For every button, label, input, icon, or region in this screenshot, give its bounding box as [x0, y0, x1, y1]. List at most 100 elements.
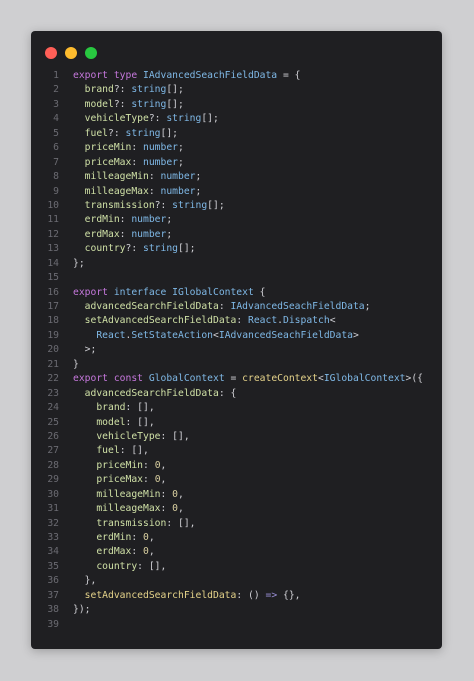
code-line: 2 brand?: string[]; — [31, 83, 442, 97]
line-number: 13 — [47, 243, 59, 255]
code-token: country — [96, 560, 138, 572]
code-text: erdMax: 0, — [73, 545, 442, 559]
code-line: 26 vehicleType: [], — [31, 430, 442, 444]
code-token: , — [148, 532, 155, 543]
line-number: 27 — [47, 445, 59, 457]
code-line: 8 milleageMin: number; — [31, 170, 442, 184]
code-token: ; — [178, 142, 184, 154]
code-token: ?: — [154, 199, 173, 211]
code-token: {}, — [277, 589, 301, 601]
code-line: 22 export const GlobalContext = createCon… — [31, 372, 442, 386]
code-text: }); — [73, 603, 442, 617]
code-line: 4 vehicleType?: string[]; — [31, 112, 442, 126]
code-token: , — [148, 546, 155, 558]
code-token: : — [143, 474, 155, 486]
line-number: 21 — [47, 358, 59, 370]
code-text: country?: string[]; — [73, 242, 442, 256]
code-token: : [], — [166, 517, 196, 529]
code-token: advancedSearchFieldData — [84, 387, 219, 399]
line-number: 11 — [47, 214, 59, 226]
code-token: SetStateAction — [131, 329, 214, 341]
code-token: , — [178, 503, 184, 515]
code-text: country: [], — [73, 560, 442, 574]
maximize-button[interactable] — [85, 47, 97, 59]
code-text: priceMax: 0, — [73, 473, 442, 487]
code-token: ?: — [113, 98, 132, 110]
code-token: ; — [178, 156, 184, 168]
code-token: string — [125, 127, 161, 139]
code-text: milleageMin: 0, — [73, 488, 442, 502]
code-token: , — [160, 474, 167, 486]
code-token: IAdvancedSeachFieldData — [218, 329, 354, 341]
code-token: : — [119, 228, 132, 240]
code-line: 21} — [31, 358, 442, 372]
code-text: vehicleType: [], — [73, 430, 442, 444]
code-token: model — [96, 416, 126, 428]
code-token: }); — [73, 604, 91, 616]
code-text: vehicleType?: string[]; — [73, 112, 442, 126]
code-token: fuel — [84, 127, 109, 139]
code-editor[interactable]: 1 export type IAdvancedSeachFieldData = {… — [31, 69, 442, 632]
code-text: fuel: [], — [73, 444, 442, 458]
code-text: priceMax: number; — [73, 156, 442, 170]
code-token: milleageMax — [96, 503, 161, 515]
code-line: 34 erdMax: 0, — [31, 545, 442, 559]
code-text: export const GlobalContext = createConte… — [73, 372, 442, 386]
code-text: setAdvancedSearchFieldData: React.Dispat… — [73, 314, 442, 328]
code-token: []; — [166, 84, 184, 96]
code-token: erdMax — [96, 546, 132, 558]
line-number: 37 — [47, 589, 59, 601]
code-line: 23 advancedSearchFieldData: { — [31, 387, 442, 401]
code-token: : [], — [125, 416, 155, 428]
code-token: ?: — [113, 84, 132, 96]
minimize-button[interactable] — [65, 47, 77, 59]
code-text: React.SetStateAction<IAdvancedSeachField… — [73, 329, 442, 343]
code-line: 28 priceMin: 0, — [31, 459, 442, 473]
code-token: : [], — [160, 430, 190, 442]
code-token: transmission — [96, 517, 167, 529]
code-token: priceMax — [96, 474, 144, 486]
code-text: advancedSearchFieldData: IAdvancedSeachF… — [73, 300, 442, 314]
code-token: : — [119, 214, 132, 226]
line-number: 39 — [47, 618, 59, 630]
line-number: 12 — [47, 228, 59, 240]
code-token: number — [143, 142, 179, 154]
code-token: : — [148, 185, 161, 197]
code-token: IGlobalContext — [172, 286, 254, 298]
code-line: 25 model: [], — [31, 416, 442, 430]
code-token: milleageMax — [84, 185, 149, 197]
code-token: interface — [113, 286, 173, 298]
line-number: 35 — [47, 560, 59, 572]
code-text: brand?: string[]; — [73, 83, 442, 97]
code-window: 1 export type IAdvancedSeachFieldData = {… — [31, 31, 442, 649]
code-token: : [], — [125, 402, 155, 414]
code-token: []; — [166, 98, 184, 110]
code-token: erdMax — [84, 228, 120, 240]
code-token: fuel — [96, 445, 120, 457]
code-line: 38}); — [31, 603, 442, 617]
code-line: 15 — [31, 271, 442, 285]
code-token: = { — [277, 70, 301, 81]
code-token: string — [166, 113, 202, 125]
code-text: }; — [73, 257, 442, 271]
code-token: string — [131, 84, 167, 96]
code-token: number — [160, 185, 196, 197]
code-token: priceMin — [84, 142, 132, 154]
code-token: ?: — [125, 243, 143, 255]
code-line: 30 milleageMin: 0, — [31, 488, 442, 502]
code-token: country — [84, 243, 126, 255]
close-button[interactable] — [45, 47, 57, 59]
code-line: 37 setAdvancedSearchFieldData: () => {}, — [31, 589, 442, 603]
code-line: 33 erdMin: 0, — [31, 531, 442, 545]
code-token: : [], — [137, 560, 167, 572]
line-number: 1 — [53, 70, 59, 81]
